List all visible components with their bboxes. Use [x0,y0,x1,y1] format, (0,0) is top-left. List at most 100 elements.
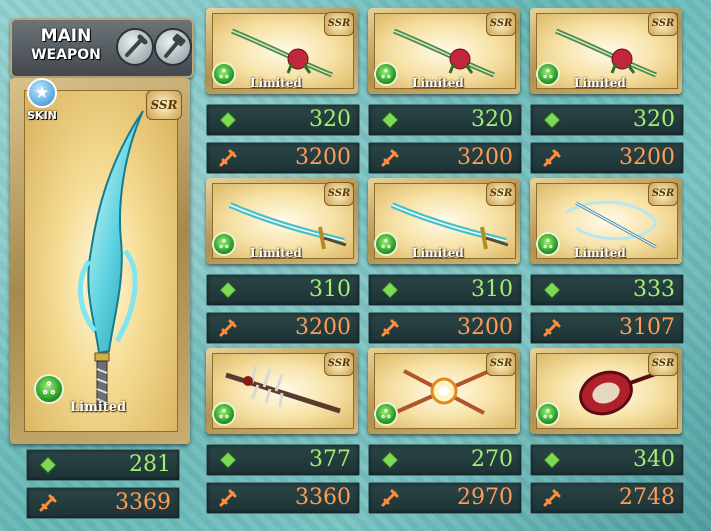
attack-value: 3200 [457,315,513,340]
hammer-button[interactable] [154,28,192,66]
weapon-atk: 2748 [530,482,684,514]
wind-element-icon: ஃ [212,402,236,426]
weapon-atk: 3360 [206,482,360,514]
limited-label: Limited [250,76,302,90]
hp-value: 377 [309,447,351,472]
wind-element-icon: ஃ [34,374,64,404]
main-weapon-card[interactable]: ★ SKIN SSR ஃ Limited [10,78,190,444]
weapon-hp: 340 [530,444,684,476]
hammer-icon [164,33,186,58]
weapon-card[interactable]: SSR ஃ Limited [530,178,682,264]
hp-gem-icon [219,281,237,299]
hp-gem-icon [381,451,399,469]
weapon-card[interactable]: SSR ஃ Limited [368,8,520,94]
weapon-atk: 3200 [206,142,360,174]
rarity-badge: SSR [324,352,354,376]
rarity-badge: SSR [486,12,516,36]
wind-element-icon: ஃ [374,62,398,86]
hp-gem-icon [543,451,561,469]
attack-value: 3200 [295,145,351,170]
weapon-card[interactable]: SSR ஃ [206,348,358,434]
crossed-swords-icon [125,34,148,57]
weapon-card[interactable]: SSR ஃ Limited [206,178,358,264]
sword-attack-icon [543,319,561,337]
wind-element-icon: ஃ [212,232,236,256]
weapon-card[interactable]: SSR ஃ [530,348,682,434]
main-weapon-title: MAIN WEAPON [18,27,114,65]
limited-label: Limited [70,400,127,415]
attack-value: 3200 [619,145,675,170]
weapon-hp: 270 [368,444,522,476]
sword-attack-icon [543,489,561,507]
skin-label: SKIN [27,109,57,122]
hp-gem-icon [219,451,237,469]
sword-attack-icon [219,489,237,507]
main-weapon-atk: 3369 [26,487,180,519]
main-weapon-header: MAIN WEAPON [10,18,194,78]
hp-gem-icon [543,281,561,299]
hp-gem-icon [219,111,237,129]
limited-label: Limited [412,76,464,90]
rarity-badge: SSR [648,12,678,36]
sword-attack-icon [219,149,237,167]
sword-attack-icon [381,489,399,507]
limited-label: Limited [412,246,464,260]
attack-value: 3200 [295,315,351,340]
rarity-badge: SSR [648,182,678,206]
weapon-card[interactable]: SSR ஃ Limited [206,8,358,94]
wind-element-icon: ஃ [374,232,398,256]
main-weapon-title-line1: MAIN [40,26,92,46]
sword-attack-icon [381,149,399,167]
weapon-atk: 3200 [368,312,522,344]
weapon-card[interactable]: SSR ஃ [368,348,520,434]
rarity-badge: SSR [324,12,354,36]
weapon-atk: 3200 [206,312,360,344]
main-weapon-title-line2: WEAPON [31,47,101,63]
weapon-hp: 333 [530,274,684,306]
hp-value: 310 [309,277,351,302]
rarity-badge: SSR [486,182,516,206]
attack-value: 3107 [619,315,675,340]
weapon-hp: 310 [368,274,522,306]
hp-value: 320 [309,107,351,132]
weapon-atk: 3200 [530,142,684,174]
rarity-badge: SSR [486,352,516,376]
attack-value: 2748 [619,485,675,510]
hp-value: 270 [471,447,513,472]
wind-element-icon: ஃ [536,402,560,426]
sword-attack-icon [219,319,237,337]
weapon-grid-screen: MAIN WEAPON ★ SKIN SSR ஃ Limited 281 336… [0,0,711,531]
weapon-card[interactable]: SSR ஃ Limited [368,178,520,264]
skin-toggle[interactable]: ★ SKIN [24,78,60,122]
weapon-atk: 3107 [530,312,684,344]
wind-element-icon: ஃ [374,402,398,426]
hp-value: 320 [471,107,513,132]
hp-gem-icon [381,281,399,299]
attack-value: 2970 [457,485,513,510]
limited-label: Limited [250,246,302,260]
attack-value: 3369 [115,490,171,515]
rarity-badge: SSR [648,352,678,376]
hp-gem-icon [381,111,399,129]
wind-element-icon: ஃ [536,232,560,256]
sword-attack-icon [381,319,399,337]
main-weapon-hp: 281 [26,449,180,481]
sword-attack-icon [39,494,57,512]
wind-element-icon: ஃ [536,62,560,86]
hp-value: 340 [633,447,675,472]
hp-gem-icon [39,456,57,474]
attack-value: 3200 [457,145,513,170]
rarity-badge: SSR [324,182,354,206]
limited-label: Limited [574,76,626,90]
sword-sort-button[interactable] [116,28,154,66]
wind-element-icon: ஃ [212,62,236,86]
weapon-hp: 320 [368,104,522,136]
weapon-hp: 320 [206,104,360,136]
weapon-hp: 320 [530,104,684,136]
rarity-badge: SSR [146,90,182,120]
sword-attack-icon [543,149,561,167]
hp-value: 320 [633,107,675,132]
attack-value: 3360 [295,485,351,510]
star-icon: ★ [27,78,57,108]
weapon-card[interactable]: SSR ஃ Limited [530,8,682,94]
